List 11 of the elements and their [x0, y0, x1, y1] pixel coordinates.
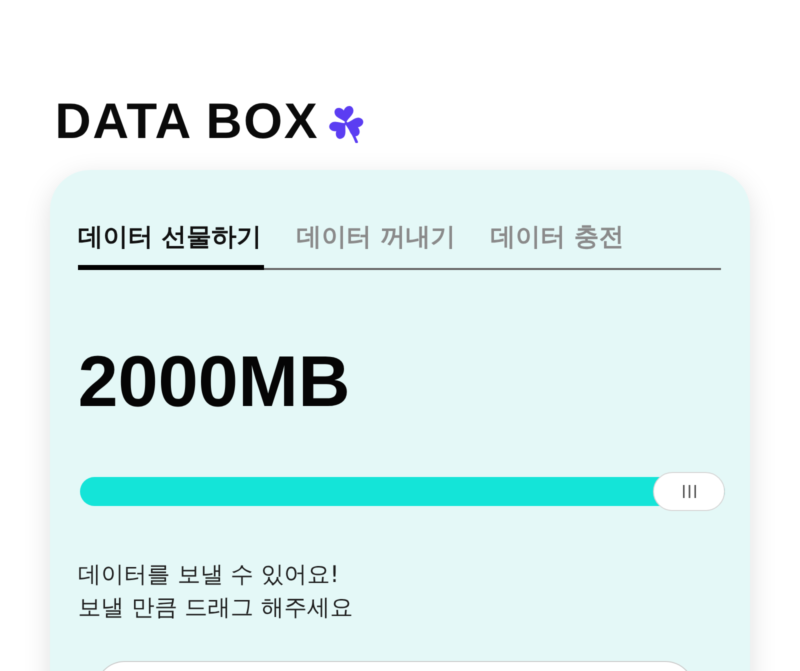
hint-text: 보낼 만큼 드래그 해주세요 [78, 594, 353, 623]
tab[interactable]: 데이터 꺼내기 [296, 221, 458, 270]
clover-icon [328, 105, 364, 143]
amount-text: 2000MB [78, 346, 350, 418]
hint-text: 데이터를 보낼 수 있어요! [78, 561, 340, 590]
logo-text: DATA BOX [55, 96, 319, 146]
slider-track[interactable] [80, 472, 725, 511]
tab[interactable]: 데이터 충전 [490, 221, 626, 270]
tab[interactable]: 데이터 선물하기 [78, 221, 264, 270]
slider-thumb[interactable] [653, 472, 725, 511]
grip-icon [682, 485, 696, 498]
